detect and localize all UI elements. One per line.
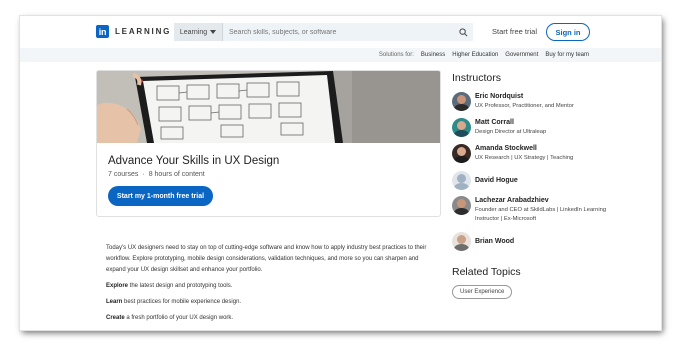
solution-buy-for-team-link[interactable]: Buy for my team — [545, 52, 589, 58]
solutions-label: Solutions for: — [378, 52, 414, 58]
instructors-heading: Instructors — [452, 72, 502, 84]
avatar — [452, 118, 471, 137]
caret-down-icon — [210, 30, 217, 34]
description-point: Explore the latest design and prototypin… — [106, 281, 431, 292]
instructor-item[interactable]: Lachezar Arabadzhiev Founder and CEO at … — [452, 196, 620, 223]
avatar — [452, 232, 471, 251]
start-free-trial-link[interactable]: Start free trial — [492, 27, 537, 36]
topic-pill-user-experience[interactable]: User Experience — [452, 285, 513, 299]
point-text: a fresh portfolio of your UX design work… — [124, 315, 234, 321]
solution-business-link[interactable]: Business — [421, 52, 445, 58]
description-intro: Today's UX designers need to stay on top… — [106, 245, 427, 273]
point-keyword: Learn — [106, 299, 123, 305]
course-description: Today's UX designers need to stay on top… — [106, 243, 431, 329]
sign-in-button[interactable]: Sign in — [546, 23, 590, 41]
instructor-name: Eric Nordquist — [475, 93, 524, 100]
instructor-name: Matt Corrall — [475, 119, 514, 126]
start-trial-button[interactable]: Start my 1-month free trial — [108, 186, 213, 206]
search-scope-dropdown[interactable]: Learning — [174, 23, 223, 41]
instructor-item[interactable]: David Hogue — [452, 171, 518, 190]
instructor-role: UX Research | UX Strategy | Teaching — [475, 155, 574, 161]
course-hours: 8 hours of content — [148, 171, 205, 178]
instructor-role: Design Director at Ultraleap — [475, 129, 547, 135]
tablet-sketch-illustration — [97, 71, 440, 143]
instructor-item[interactable]: Amanda Stockwell UX Research | UX Strate… — [452, 144, 620, 163]
avatar — [452, 144, 471, 163]
point-text: the latest design and prototyping tools. — [128, 283, 233, 289]
instructor-item[interactable]: Brian Wood — [452, 232, 514, 251]
search-input[interactable] — [223, 23, 454, 41]
description-point: Learn best practices for mobile experien… — [106, 297, 431, 308]
course-title: Advance Your Skills in UX Design — [108, 155, 280, 167]
point-keyword: Create — [106, 315, 125, 321]
avatar — [452, 171, 471, 190]
top-header: in LEARNING Learning Start free trial Si… — [20, 16, 661, 48]
avatar — [452, 196, 471, 215]
instructor-role: UX Professor, Practitioner, and Mentor — [475, 103, 574, 109]
linkedin-logo-icon: in — [96, 25, 109, 38]
solutions-bar: Solutions for: Business Higher Education… — [20, 48, 661, 62]
instructor-role: Founder and CEO at SkildLabs | LinkedIn … — [475, 207, 607, 222]
instructor-item[interactable]: Eric Nordquist UX Professor, Practitione… — [452, 92, 620, 111]
point-text: best practices for mobile experience des… — [122, 299, 242, 305]
course-meta: 7 courses · 8 hours of content — [108, 171, 205, 178]
instructor-name: Lachezar Arabadzhiev — [475, 197, 549, 204]
instructor-item[interactable]: Matt Corrall Design Director at Ultralea… — [452, 118, 620, 137]
search-icon — [459, 27, 468, 36]
related-topics-heading: Related Topics — [452, 266, 521, 278]
search-bar: Learning — [174, 23, 473, 41]
meta-separator: · — [142, 171, 145, 178]
description-point: Create a fresh portfolio of your UX desi… — [106, 313, 431, 324]
linkedin-learning-logo[interactable]: in LEARNING — [96, 25, 171, 38]
course-count: 7 courses — [108, 171, 139, 178]
instructor-name: Amanda Stockwell — [475, 145, 537, 152]
solution-higher-education-link[interactable]: Higher Education — [452, 52, 498, 58]
search-button[interactable] — [454, 23, 473, 41]
solution-government-link[interactable]: Government — [505, 52, 538, 58]
hero-image — [97, 71, 440, 143]
logo-text: LEARNING — [115, 27, 172, 36]
browser-frame: in LEARNING Learning Start free trial Si… — [20, 16, 661, 330]
instructor-name: David Hogue — [475, 176, 518, 184]
search-scope-label: Learning — [179, 28, 208, 36]
point-keyword: Explore — [106, 283, 129, 289]
instructor-name: Brian Wood — [475, 237, 515, 245]
avatar — [452, 92, 471, 111]
learning-path-card: Advance Your Skills in UX Design 7 cours… — [96, 70, 441, 217]
